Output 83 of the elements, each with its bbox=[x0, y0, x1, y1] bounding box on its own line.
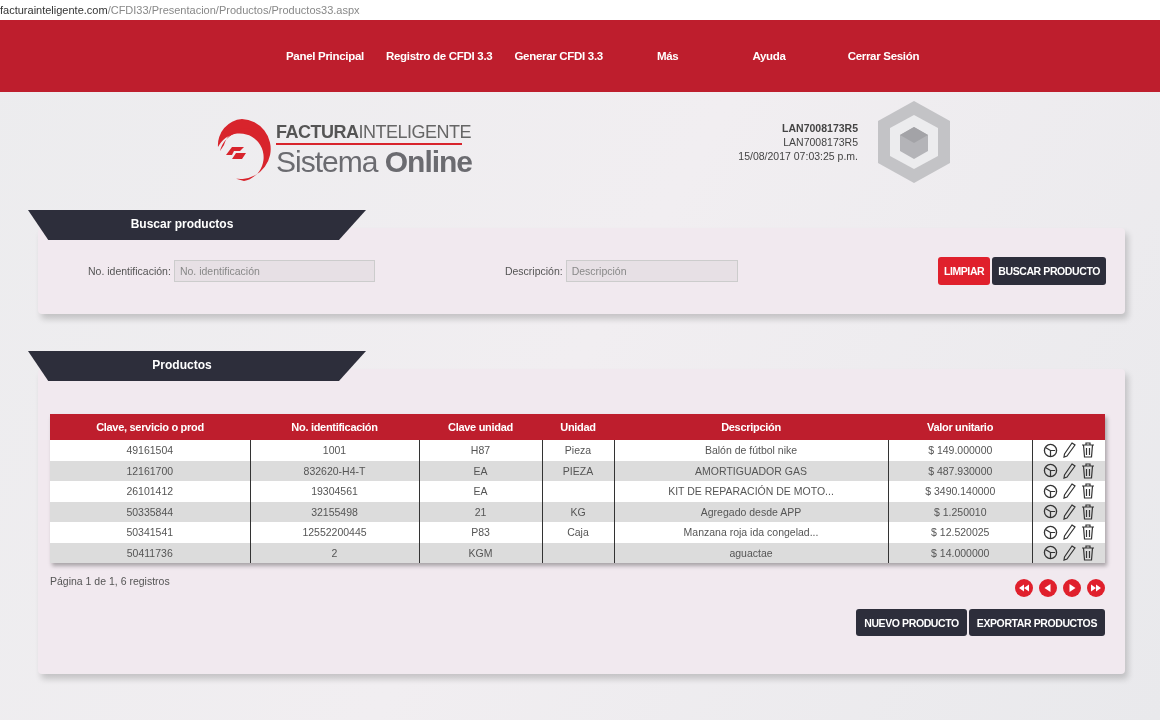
table-cell: 50341541 bbox=[126, 526, 174, 539]
clock-icon[interactable] bbox=[1043, 442, 1058, 458]
column-header: Descripción bbox=[721, 421, 781, 433]
edit-icon[interactable] bbox=[1063, 442, 1076, 459]
pagination-summary: Página 1 de 1, 6 registros bbox=[50, 575, 170, 587]
edit-icon[interactable] bbox=[1063, 503, 1076, 520]
column-header: No. identificación bbox=[291, 421, 378, 433]
edit-icon[interactable] bbox=[1063, 524, 1076, 541]
table-cell: KGM bbox=[468, 546, 493, 559]
table-cell: Pieza bbox=[564, 444, 592, 457]
clock-icon[interactable] bbox=[1043, 524, 1058, 540]
table-cell: 1001 bbox=[322, 444, 347, 457]
column-header: Clave, servicio o prod bbox=[96, 421, 204, 433]
user-rfc: LAN7008173R5 bbox=[782, 121, 858, 135]
action-button[interactable]: NUEVO PRODUCTO bbox=[856, 609, 967, 636]
delete-icon[interactable] bbox=[1081, 503, 1095, 520]
field-label: Descripción: bbox=[504, 265, 563, 277]
table-cell: 32155498 bbox=[311, 505, 358, 518]
edit-icon[interactable] bbox=[1063, 483, 1076, 500]
table-cell: KG bbox=[570, 505, 586, 518]
table-cell: 19304561 bbox=[311, 485, 358, 498]
table-cell: aguactae bbox=[729, 546, 773, 559]
delete-icon[interactable] bbox=[1081, 442, 1095, 459]
table-cell: 26101412 bbox=[126, 485, 174, 498]
nav-link[interactable]: Panel Principal bbox=[286, 50, 364, 62]
action-button[interactable]: BUSCAR PRODUCTO bbox=[992, 257, 1106, 285]
url-text: facturainteligente.com/CFDI33/Presentacion/Productos/Productos33.aspx bbox=[0, 4, 360, 16]
table-cell: Caja bbox=[567, 526, 589, 539]
nav-link[interactable]: Cerrar Sesión bbox=[847, 50, 920, 62]
table-cell: Agregado desde APP bbox=[700, 505, 802, 518]
delete-icon[interactable] bbox=[1081, 544, 1095, 561]
action-button[interactable]: LIMPIAR bbox=[937, 257, 991, 285]
action-button[interactable]: EXPORTAR PRODUCTOS bbox=[968, 609, 1105, 636]
table-cell: 12161700 bbox=[126, 464, 174, 477]
nav-link[interactable]: Ayuda bbox=[752, 50, 786, 62]
column-header: Clave unidad bbox=[448, 421, 513, 433]
table-cell: 21 bbox=[474, 505, 487, 518]
table-cell: Balón de fútbol nike bbox=[704, 444, 798, 457]
delete-icon[interactable] bbox=[1081, 483, 1095, 500]
section-heading: Productos bbox=[28, 351, 366, 381]
table-cell: $ 12.520025 bbox=[931, 526, 990, 539]
table-cell: $ 14.000000 bbox=[931, 546, 990, 559]
nav-link[interactable]: Registro de CFDI 3.3 bbox=[385, 50, 493, 62]
table-cell: KIT DE REPARACIÓN DE MOTO... bbox=[668, 485, 834, 498]
column-header: Unidad bbox=[560, 421, 596, 433]
table-cell: 50335844 bbox=[126, 505, 174, 518]
address-bar[interactable]: facturainteligente.com/CFDI33/Presentacion/Productos/Productos33.aspx bbox=[0, 0, 1160, 20]
logo-subtitle: Sistema Online bbox=[276, 146, 473, 178]
table-cell: $ 149.000000 bbox=[928, 444, 993, 457]
table-cell: PIEZA bbox=[562, 464, 594, 477]
input-field[interactable]: Descripción bbox=[565, 260, 738, 282]
delete-icon[interactable] bbox=[1081, 462, 1095, 479]
field-label: No. identificación: bbox=[88, 265, 171, 277]
delete-icon[interactable] bbox=[1081, 524, 1095, 541]
table-cell: P83 bbox=[471, 526, 490, 539]
table-cell: 49161504 bbox=[126, 444, 174, 457]
table-cell: Manzana roja ida congelad... bbox=[683, 526, 819, 539]
table-cell: 832620-H4-T bbox=[303, 464, 366, 477]
table-cell: 50411736 bbox=[126, 546, 173, 559]
user-name: LAN7008173R5 bbox=[783, 135, 858, 149]
table-cell: $ 3490.140000 bbox=[925, 485, 996, 498]
clock-icon[interactable] bbox=[1043, 463, 1058, 479]
hexagon-cube-icon bbox=[876, 99, 952, 185]
nav-link[interactable]: Generar CFDI 3.3 bbox=[514, 50, 603, 62]
input-field[interactable]: No. identificación bbox=[173, 260, 375, 282]
table-cell: EA bbox=[473, 485, 488, 498]
table-cell: EA bbox=[473, 464, 488, 477]
table-cell: AMORTIGUADOR GAS bbox=[695, 464, 807, 477]
table-cell: $ 487.930000 bbox=[928, 464, 993, 477]
edit-icon[interactable] bbox=[1063, 462, 1076, 479]
logo-brand-text: FACTURAINTELIGENTE bbox=[276, 122, 473, 143]
edit-icon[interactable] bbox=[1063, 544, 1076, 561]
clock-icon[interactable] bbox=[1043, 483, 1058, 499]
table-cell: H87 bbox=[470, 444, 491, 457]
table-cell: $ 1.250010 bbox=[933, 505, 987, 518]
nav-link[interactable]: Más bbox=[656, 50, 679, 62]
clock-icon[interactable] bbox=[1043, 504, 1058, 520]
session-datetime: 15/08/2017 07:03:25 p.m. bbox=[738, 149, 858, 163]
clock-icon[interactable] bbox=[1043, 545, 1058, 561]
table-cell: 2 bbox=[331, 546, 338, 559]
table-cell: 12552200445 bbox=[302, 526, 367, 539]
column-header: Valor unitario bbox=[926, 421, 994, 433]
section-heading: Buscar productos bbox=[28, 210, 366, 240]
